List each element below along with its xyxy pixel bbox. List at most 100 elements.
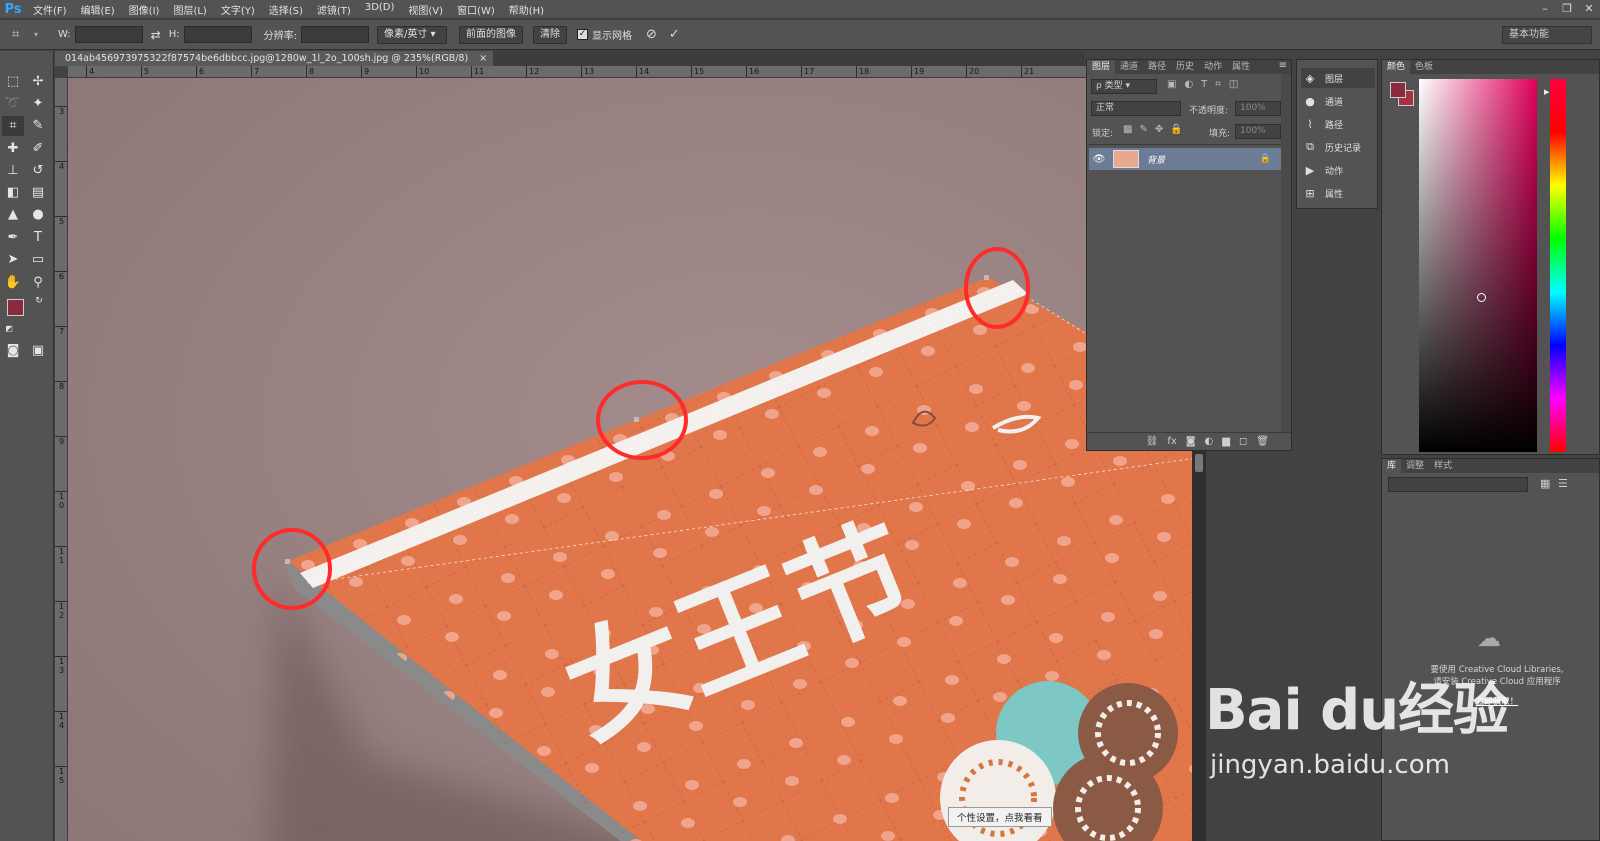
new-layer-icon[interactable]: ◻ [1239,436,1247,447]
marquee-tool-icon[interactable]: ⬚ [2,72,24,92]
dodge-tool-icon[interactable]: ● [27,205,49,225]
hand-tool-icon[interactable]: ✋ [2,273,24,293]
adjustment-icon[interactable]: ◐ [1205,436,1214,447]
brush-tool-icon[interactable]: ✐ [27,139,49,159]
layers-scrollbar[interactable] [1281,74,1291,434]
gradient-tool-icon[interactable]: ▤ [27,183,49,203]
unit-select[interactable]: 像素/英寸 ▾ [377,25,447,44]
layers-panel-tab[interactable]: 历史 [1171,60,1199,74]
crop-tool-preset-icon[interactable]: ⌗ [12,27,32,42]
move-tool-icon[interactable]: ✢ [27,72,49,92]
polka-dot [1057,536,1071,546]
dock-panel-item[interactable]: ◈ 图层 [1301,68,1375,88]
restore-button[interactable]: ❐ [1558,2,1576,16]
crop-tool-icon[interactable]: ⌗ [2,116,24,136]
pen-tool-icon[interactable]: ✒ [2,228,24,248]
libraries-panel-tab[interactable]: 样式 [1429,459,1457,473]
width-input[interactable] [74,26,143,43]
dock-panel-item[interactable]: ● 通道 [1301,91,1375,111]
layer-kind-filter[interactable]: ρ 类型 ▾ [1091,79,1157,94]
dock-panel-item[interactable]: ▶ 动作 [1301,160,1375,180]
zoom-tool-icon[interactable]: ⚲ [27,273,49,293]
cancel-transform-icon[interactable]: ⊘ [646,27,657,42]
color-panel-tab[interactable]: 色板 [1410,60,1438,74]
color-saturation-field[interactable] [1419,79,1537,452]
default-colors-icon[interactable]: ◩ [0,319,20,339]
layers-panel-tab[interactable]: 属性 [1227,60,1255,74]
library-select[interactable] [1388,477,1528,492]
visibility-eye-icon[interactable]: 👁 [1089,154,1109,165]
layers-panel-tab[interactable]: 路径 [1143,60,1171,74]
front-image-button[interactable]: 前面的图像 [459,25,523,44]
foreground-color-swatch[interactable] [7,299,24,316]
menu-item[interactable]: 文件(F) [26,2,74,17]
eraser-tool-icon[interactable]: ◧ [2,183,24,203]
close-button[interactable]: ✕ [1580,2,1598,16]
scrollbar-thumb[interactable] [1195,454,1203,472]
trash-icon[interactable]: 🗑 [1256,436,1269,447]
swap-colors-icon[interactable]: ↻ [28,291,50,311]
layers-panel-tab[interactable]: 通道 [1115,60,1143,74]
commit-transform-icon[interactable]: ✓ [669,27,680,42]
menu-item[interactable]: 图层(L) [166,2,213,17]
menu-item[interactable]: 文字(Y) [214,2,262,17]
lock-icons[interactable]: ▩✎✥🔒 [1123,124,1190,135]
mask-icon[interactable]: ◙ [1186,436,1196,447]
document-tab[interactable]: 014ab456973975322f87574be6dbbcc.jpg@1280… [55,51,494,66]
folder-icon[interactable]: ▆ [1222,436,1230,447]
libraries-panel-tab[interactable]: 库 [1382,459,1402,473]
dock-panel-item[interactable]: ⌇ 路径 [1301,114,1375,134]
fill-input[interactable]: 100% [1235,124,1281,139]
layer-row-background[interactable]: 👁 背景 🔒 [1089,148,1281,170]
quick-mask-icon[interactable]: ◙ [2,341,24,361]
vertical-scrollbar[interactable] [1192,448,1206,841]
lasso-tool-icon[interactable]: ➰ [2,94,24,114]
menu-item[interactable]: 滤镜(T) [310,2,358,17]
layer-filter-icons[interactable]: ▣◐T⌗◫ [1167,79,1246,90]
close-document-icon[interactable]: × [479,53,487,64]
layers-panel-tab[interactable]: 动作 [1199,60,1227,74]
minimize-button[interactable]: – [1536,2,1554,16]
grid-view-icon[interactable]: ▦ [1540,477,1550,490]
type-tool-icon[interactable]: T [27,228,49,248]
list-view-icon[interactable]: ☰ [1558,477,1568,490]
swap-icon[interactable]: ⇄ [151,28,161,42]
menu-item[interactable]: 窗口(W) [450,2,502,17]
layers-panel-tab[interactable]: 图层 [1087,60,1116,74]
menu-item[interactable]: 3D(D) [358,2,402,17]
menu-item[interactable]: 编辑(E) [74,2,122,17]
resolution-input[interactable] [301,26,369,43]
fx-icon[interactable]: fx [1167,436,1176,447]
menu-item[interactable]: 视图(V) [401,2,450,17]
dock-panel-item[interactable]: ⧉ 历史记录 [1301,137,1375,157]
path-select-icon[interactable]: ➤ [2,250,24,270]
color-picker-cursor[interactable] [1477,293,1486,302]
screen-mode-icon[interactable]: ▣ [27,341,49,361]
link-icon[interactable]: ⛓ [1146,436,1159,447]
shape-tool-icon[interactable]: ▭ [27,250,49,270]
chevron-down-icon[interactable]: ▾ [34,30,44,39]
blur-tool-icon[interactable]: ▲ [2,205,24,225]
menu-item[interactable]: 选择(S) [262,2,310,17]
healing-brush-icon[interactable]: ✚ [2,139,24,159]
blend-mode-select[interactable]: 正常 [1091,101,1181,116]
dock-panel-item[interactable]: ⊞ 属性 [1301,183,1375,203]
clear-button[interactable]: 清除 [533,25,567,44]
magic-wand-icon[interactable]: ✦ [27,94,49,114]
hue-slider-arrow-icon[interactable]: ▶ [1544,88,1549,96]
hue-slider[interactable] [1550,79,1566,452]
menu-item[interactable]: 图像(I) [122,2,167,17]
document-canvas[interactable]: 女王节 个性设置，点我看看 [68,78,1198,841]
color-panel-tab[interactable]: 颜色 [1382,60,1411,74]
opacity-input[interactable]: 100% [1235,101,1281,116]
workspace-select[interactable]: 基本功能 [1502,26,1592,44]
libraries-panel-tab[interactable]: 调整 [1401,459,1429,473]
eyedropper-icon[interactable]: ✎ [27,116,49,136]
height-input[interactable] [183,26,252,43]
history-brush-icon[interactable]: ↺ [27,161,49,181]
color-foreground-swatch[interactable] [1390,82,1406,98]
panel-menu-icon[interactable]: ≡ [1279,60,1287,71]
stamp-tool-icon[interactable]: ⊥ [2,161,24,181]
menu-item[interactable]: 帮助(H) [502,2,551,17]
show-grid-checkbox[interactable]: ✓ [577,29,588,40]
